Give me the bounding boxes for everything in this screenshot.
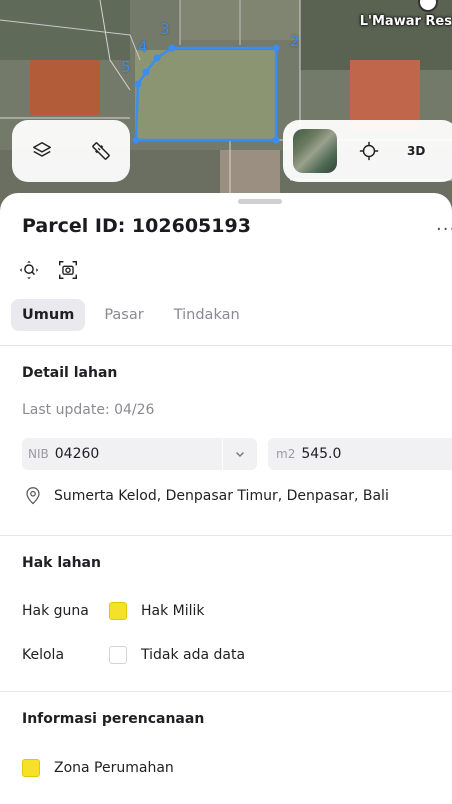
map-view[interactable]: 2 3 4 5 L'Mawar Res 3D (0, 0, 452, 215)
locate-button[interactable] (349, 131, 389, 171)
status-color-swatch (109, 646, 127, 664)
rights-row-label: Kelola (22, 647, 65, 663)
zoom-to-parcel-icon[interactable] (18, 259, 40, 281)
more-options-icon[interactable]: ··· (436, 219, 452, 240)
area-unit: m2 (276, 447, 296, 461)
satellite-style-button[interactable] (293, 129, 337, 173)
vertex-handle[interactable] (134, 80, 142, 88)
measure-button[interactable] (81, 131, 121, 171)
divider (0, 691, 452, 692)
vertex-label: 3 (160, 20, 170, 38)
last-update-text: Last update: 04/26 (22, 402, 155, 418)
vertex-handle[interactable] (168, 44, 176, 52)
view-3d-button[interactable]: 3D (407, 144, 425, 158)
area-field[interactable]: m2 545.0 (268, 438, 452, 470)
vertex-label: 4 (138, 38, 148, 56)
parcel-detail-sheet: Parcel ID: 102605193 ··· Umum Pasar Tind… (0, 193, 452, 804)
nib-tag: NIB (28, 447, 49, 461)
rights-row-hak-guna: Hak guna Hak Milik (22, 602, 205, 620)
rights-row-value: Tidak ada data (141, 647, 246, 663)
rights-row-kelola: Kelola Tidak ada data (22, 646, 245, 664)
section-title-detail: Detail lahan (22, 365, 118, 381)
vertex-handle[interactable] (272, 136, 280, 144)
vertex-handle[interactable] (132, 136, 140, 144)
chevron-down-icon (236, 452, 244, 457)
section-title-planning: Informasi perencanaan (22, 711, 205, 727)
tab-pasar[interactable]: Pasar (93, 299, 154, 331)
status-color-swatch (109, 602, 127, 620)
crosshair-icon (359, 141, 379, 161)
nib-value: 04260 (54, 446, 100, 462)
area-value: 545.0 (301, 446, 342, 462)
section-title-rights: Hak lahan (22, 555, 101, 571)
ruler-icon (91, 142, 110, 160)
vertex-handle[interactable] (272, 44, 280, 52)
address-text: Sumerta Kelod, Denpasar Timur, Denpasar,… (54, 488, 389, 504)
zone-name: Zona Perumahan (54, 760, 174, 776)
location-pin-icon (26, 487, 40, 505)
parcel-title: Parcel ID: 102605193 (22, 215, 251, 237)
detail-tabs: Umum Pasar Tindakan (11, 299, 251, 331)
zone-row: Zona Perumahan (22, 759, 174, 777)
rights-row-label: Hak guna (22, 603, 89, 619)
tab-tindakan[interactable]: Tindakan (163, 299, 251, 331)
rights-row-value: Hak Milik (141, 603, 205, 619)
vertex-label: 5 (121, 58, 131, 76)
map-tools-card (12, 120, 130, 182)
divider (0, 535, 452, 536)
map-view-card: 3D (283, 120, 452, 182)
parcel-outline[interactable] (0, 0, 452, 215)
vertex-label: 2 (290, 32, 300, 50)
nib-field[interactable]: NIB 04260 (22, 438, 222, 470)
layers-button[interactable] (22, 131, 62, 171)
sheet-drag-handle[interactable] (238, 199, 282, 204)
address-row: Sumerta Kelod, Denpasar Timur, Denpasar,… (24, 486, 389, 506)
zone-color-swatch (22, 759, 40, 777)
layers-icon (32, 142, 51, 157)
tab-umum[interactable]: Umum (11, 299, 86, 331)
screenshot-camera-icon[interactable] (57, 259, 79, 281)
vertex-handle[interactable] (153, 54, 161, 62)
divider (0, 345, 452, 346)
place-label[interactable]: L'Mawar Res (360, 14, 452, 29)
nib-dropdown-button[interactable] (223, 438, 257, 470)
vertex-handle[interactable] (142, 68, 150, 76)
